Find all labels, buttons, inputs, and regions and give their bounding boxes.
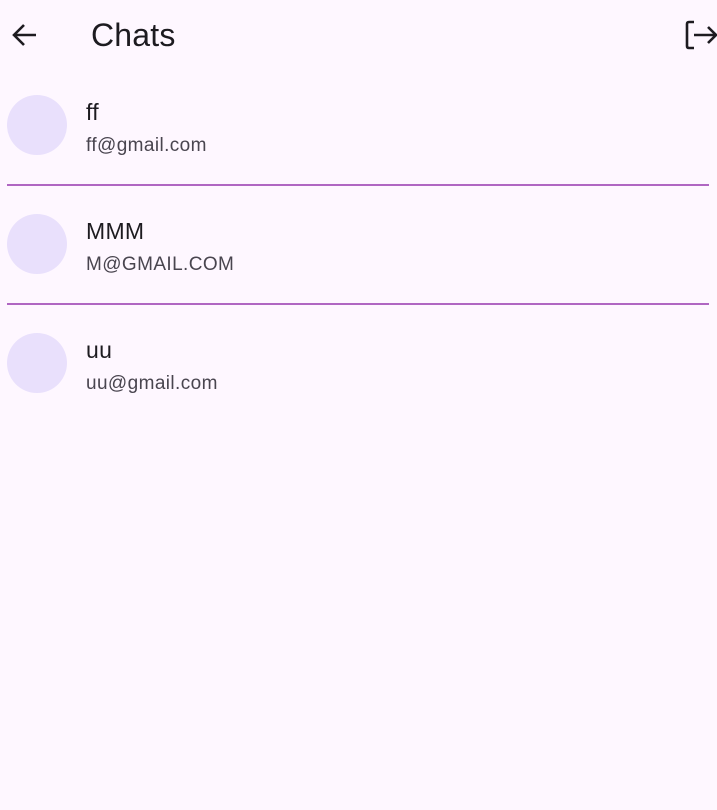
chat-email: uu@gmail.com — [86, 373, 218, 394]
chat-email: M@GMAIL.COM — [86, 254, 235, 275]
page-title: Chats — [91, 17, 176, 53]
logout-button[interactable] — [676, 13, 717, 57]
divider — [7, 303, 709, 305]
avatar — [7, 333, 67, 393]
arrow-left-icon — [12, 24, 36, 46]
chat-name: uu — [86, 337, 113, 363]
chat-name: MMM — [86, 218, 145, 244]
chat-list-item[interactable]: ff ff@gmail.com — [0, 70, 717, 189]
chat-list-item[interactable]: uu uu@gmail.com — [0, 308, 717, 427]
back-button[interactable] — [4, 13, 46, 57]
divider — [7, 184, 709, 186]
chat-email: ff@gmail.com — [86, 135, 207, 156]
logout-icon — [685, 20, 717, 50]
avatar — [7, 95, 67, 155]
app-bar: Chats — [0, 0, 717, 70]
chat-list-item[interactable]: MMM M@GMAIL.COM — [0, 189, 717, 308]
avatar — [7, 214, 67, 274]
chat-name: ff — [86, 99, 99, 125]
chat-list: ff ff@gmail.com MMM M@GMAIL.COM uu uu@gm… — [0, 70, 717, 427]
